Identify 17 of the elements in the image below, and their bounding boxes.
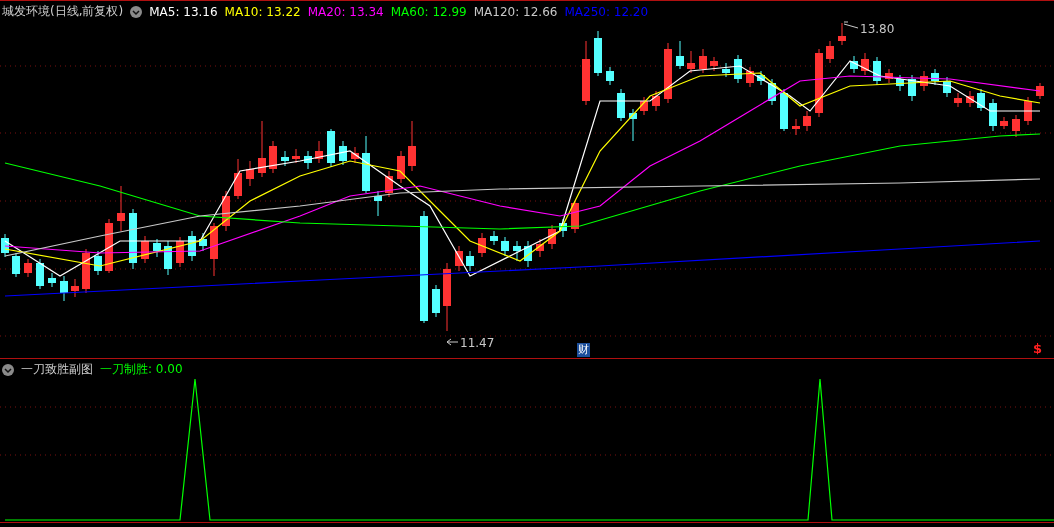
low-arrow-icon [446,338,459,346]
dollar-marker[interactable]: $ [1033,341,1043,356]
indicator-value: MA20: 13.34 [307,4,384,19]
indicator-value: MA120: 12.66 [473,4,558,19]
high-price-label: 13.80 [860,22,895,36]
indicator-value: MA60: 12.99 [390,4,467,19]
chevron-down-icon[interactable] [130,5,143,18]
chart-title: 城发环境(日线,前复权) [2,3,124,20]
chevron-down-icon[interactable] [2,363,14,376]
high-arrow-icon [843,21,859,29]
indicator-value: MA5: 13.16 [149,4,218,19]
indicator-value: MA250: 12.20 [564,4,649,19]
indicator-value: MA10: 13.22 [224,4,301,19]
low-price-label: 11.47 [460,336,495,350]
indicator-value: 一刀制胜: 0.00 [100,361,183,378]
subchart-title: 一刀致胜副图 [21,361,93,378]
finance-badge[interactable]: 财 [577,343,590,357]
